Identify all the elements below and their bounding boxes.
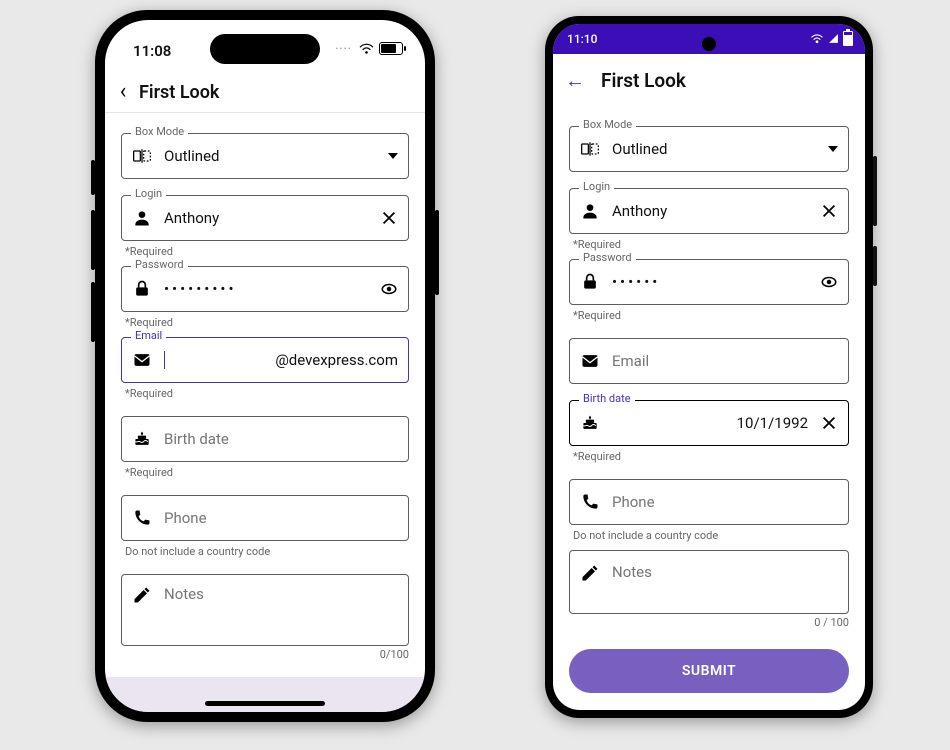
eye-icon[interactable] [820, 273, 838, 291]
ios-nav-bar: ‹ First Look [105, 72, 425, 113]
password-label: Password [131, 258, 188, 271]
login-field[interactable]: Login Anthony *Required [121, 195, 409, 258]
eye-icon[interactable] [380, 280, 398, 298]
wifi-icon [358, 42, 375, 55]
signal-icon [828, 33, 839, 44]
android-nav-bar: ← First Look [553, 54, 865, 106]
login-helper: *Required [573, 238, 849, 251]
pencil-icon [132, 585, 152, 605]
email-value [164, 351, 263, 370]
clear-icon[interactable] [820, 202, 838, 220]
battery-icon [379, 42, 403, 55]
cake-icon [580, 413, 600, 433]
android-status-time: 11:10 [567, 32, 597, 46]
phone-field[interactable]: Phone Do not include a country code [121, 495, 409, 558]
back-chevron-icon[interactable]: ‹ [111, 81, 135, 103]
submit-button[interactable]: SUBMIT [569, 649, 849, 693]
chevron-down-icon [388, 153, 398, 159]
page-title: First Look [139, 82, 219, 103]
ios-form: Box Mode Outlined Login Anthony *Require… [105, 113, 425, 661]
person-icon [132, 208, 152, 228]
chevron-down-icon [828, 146, 838, 152]
email-suffix: @devexpress.com [275, 351, 398, 369]
phone-label: Phone [164, 509, 207, 527]
mail-icon [132, 350, 152, 370]
boxmode-label: Box Mode [131, 125, 188, 138]
wifi-icon [810, 33, 824, 44]
email-field[interactable]: Email @devexpress.com *Required [121, 337, 409, 400]
boxmode-value: Outlined [612, 140, 816, 158]
pixel-device: 11:10 ← First Look Box Mode Outlined [545, 16, 873, 718]
email-helper: *Required [125, 387, 409, 400]
boxmode-label: Box Mode [579, 118, 636, 131]
phone-helper: Do not include a country code [125, 545, 409, 558]
password-field[interactable]: Password ••••••••• *Required [121, 266, 409, 329]
password-helper: *Required [573, 309, 849, 322]
phone-label: Phone [612, 493, 655, 511]
pencil-icon [580, 563, 600, 583]
password-field[interactable]: Password •••••• *Required [569, 259, 849, 322]
login-helper: *Required [125, 245, 409, 258]
password-value: ••••••••• [164, 280, 368, 298]
phone-helper: Do not include a country code [573, 529, 849, 542]
battery-icon [843, 31, 853, 46]
password-value: •••••• [612, 273, 808, 291]
boxmode-field[interactable]: Box Mode Outlined [121, 133, 409, 179]
clear-icon[interactable] [820, 414, 838, 432]
login-label: Login [131, 187, 166, 200]
clear-icon[interactable] [380, 209, 398, 227]
birthdate-field[interactable]: Birth date *Required [121, 416, 409, 479]
login-label: Login [579, 180, 614, 193]
lock-icon [580, 272, 600, 292]
notes-field[interactable]: Notes 0 / 100 [569, 550, 849, 629]
password-helper: *Required [125, 316, 409, 329]
pixel-screen: 11:10 ← First Look Box Mode Outlined [553, 24, 865, 710]
person-icon [580, 201, 600, 221]
birthdate-label: Birth date [164, 430, 229, 448]
home-indicator [205, 701, 325, 706]
boxmode-field[interactable]: Box Mode Outlined [569, 126, 849, 172]
lock-icon [132, 279, 152, 299]
outline-icon [580, 139, 600, 159]
notes-counter: 0 / 100 [569, 616, 849, 629]
login-field[interactable]: Login Anthony *Required [569, 188, 849, 251]
password-label: Password [579, 251, 636, 264]
ios-status-time: 11:08 [133, 42, 171, 60]
email-label: Email [612, 352, 649, 370]
iphone-device: 11:08 ···· ‹ First Look Box Mode Outline… [95, 10, 435, 722]
birthdate-value: 10/1/1992 [612, 414, 808, 432]
birthdate-helper: *Required [573, 450, 849, 463]
outline-icon [132, 146, 152, 166]
birthdate-label: Birth date [579, 392, 635, 405]
mail-icon [580, 351, 600, 371]
birthdate-field[interactable]: Birth date 10/1/1992 *Required [569, 400, 849, 463]
iphone-screen: 11:08 ···· ‹ First Look Box Mode Outline… [105, 20, 425, 712]
phone-icon [580, 492, 600, 512]
boxmode-value: Outlined [164, 147, 376, 165]
notes-field[interactable]: Notes 0/100 [121, 574, 409, 661]
android-form: Box Mode Outlined Login Anthony *Require… [553, 106, 865, 629]
email-field[interactable]: Email [569, 338, 849, 384]
notes-counter: 0/100 [121, 648, 409, 661]
phone-icon [132, 508, 152, 528]
cake-icon [132, 429, 152, 449]
notes-label: Notes [612, 563, 652, 581]
email-label: Email [131, 329, 166, 342]
login-value: Anthony [164, 209, 368, 227]
notes-label: Notes [164, 585, 204, 603]
phone-field[interactable]: Phone Do not include a country code [569, 479, 849, 542]
page-title: First Look [601, 69, 686, 92]
birthdate-helper: *Required [125, 466, 409, 479]
login-value: Anthony [612, 202, 808, 220]
ios-status-dots: ···· [335, 42, 352, 55]
back-arrow-icon[interactable]: ← [563, 68, 587, 93]
